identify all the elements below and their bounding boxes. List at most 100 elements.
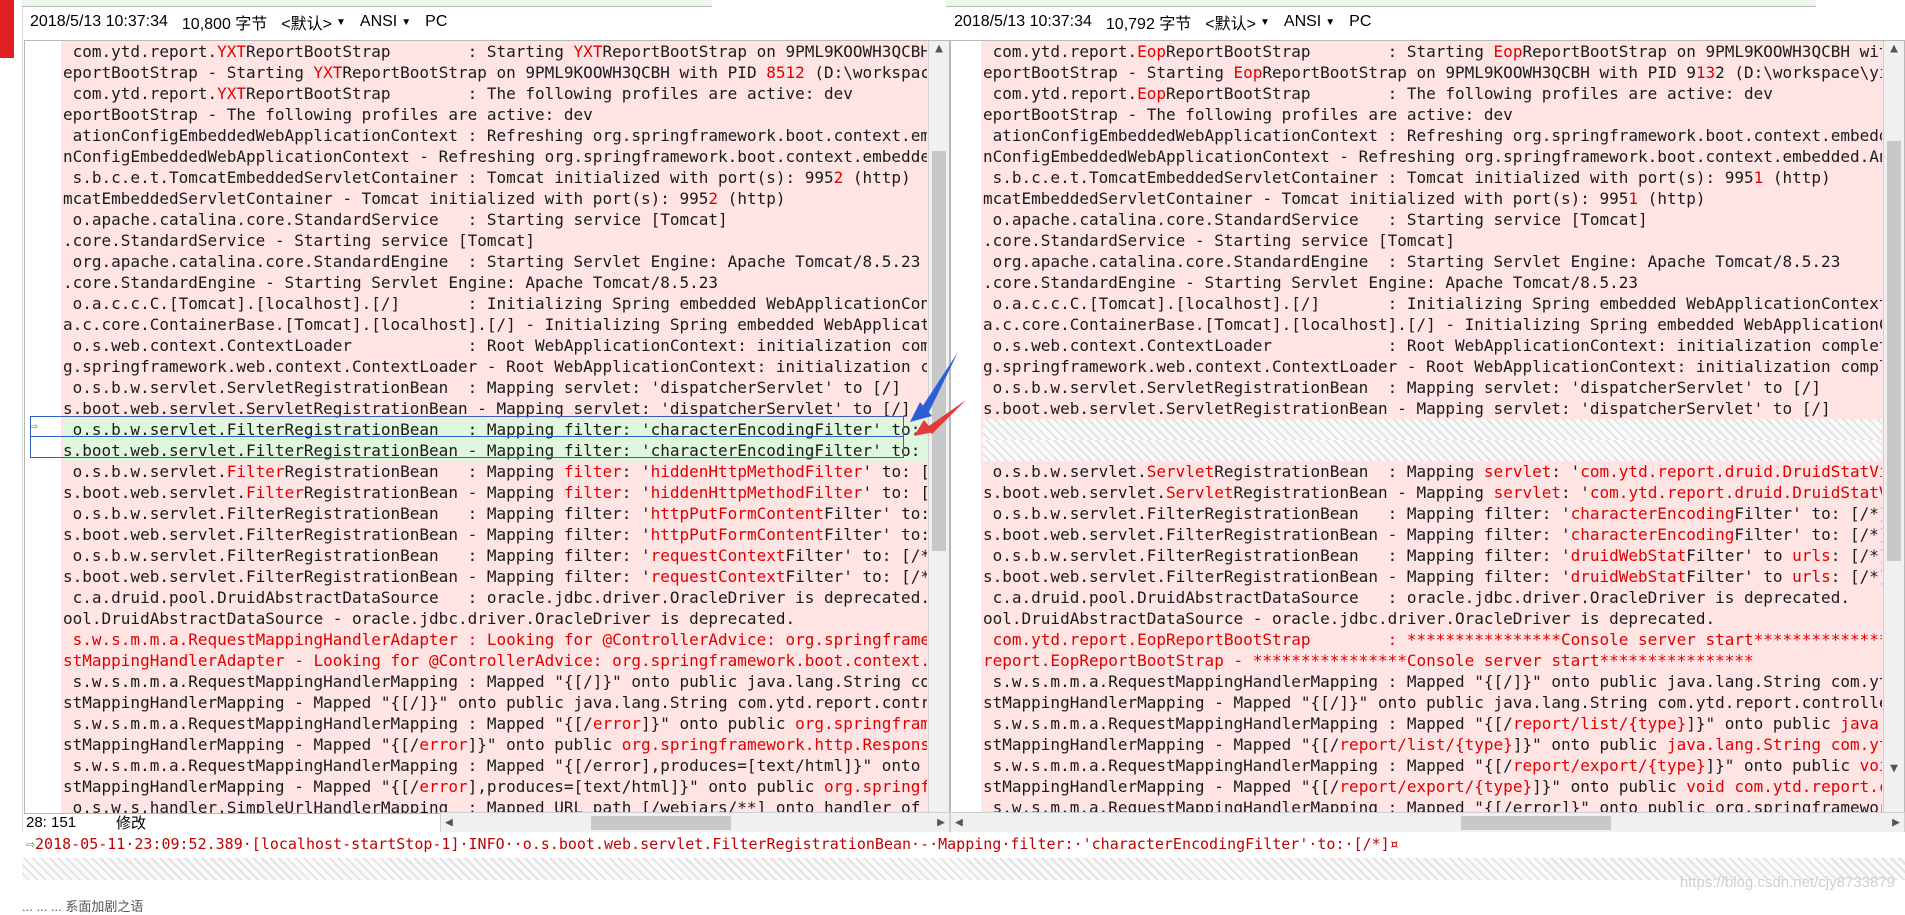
text-line[interactable]: o.s.b.w.servlet.FilterRegistrationBean :…: [63, 419, 927, 440]
text-line[interactable]: ool.DruidAbstractDataSource - oracle.jdb…: [983, 608, 1882, 629]
scroll-up-icon[interactable]: ▲: [1884, 41, 1904, 56]
text-line[interactable]: stMappingHandlerMapping - Mapped "{[/]}"…: [983, 692, 1882, 713]
text-line[interactable]: o.s.b.w.servlet.FilterRegistrationBean :…: [983, 503, 1882, 524]
left-horizontal-scrollbar[interactable]: ◀ ▶: [440, 812, 950, 834]
text-line[interactable]: s.b.c.e.t.TomcatEmbeddedServletContainer…: [983, 167, 1882, 188]
text-line[interactable]: com.ytd.report.YXTReportBootStrap : Star…: [63, 41, 927, 62]
left-hscroll-thumb[interactable]: [591, 816, 731, 830]
text-line[interactable]: stMappingHandlerMapping - Mapped "{[/rep…: [983, 776, 1882, 797]
text-line[interactable]: s.w.s.m.m.a.RequestMappingHandlerMapping…: [983, 671, 1882, 692]
text-line[interactable]: mcatEmbeddedServletContainer - Tomcat in…: [63, 188, 927, 209]
text-line[interactable]: s.w.s.m.m.a.RequestMappingHandlerMapping…: [63, 755, 927, 776]
text-line[interactable]: eportBootStrap - The following profiles …: [983, 104, 1882, 125]
line-compare-pane[interactable]: ⇨2018-05-11·23:09:52.389·[localhost-star…: [22, 832, 1905, 914]
text-line[interactable]: s.w.s.m.m.a.RequestMappingHandlerMapping…: [63, 713, 927, 734]
text-line[interactable]: c.a.druid.pool.DruidAbstractDataSource :…: [983, 587, 1882, 608]
text-line[interactable]: stMappingHandlerAdapter - Looking for @C…: [63, 650, 927, 671]
text-line[interactable]: o.apache.catalina.core.StandardService :…: [63, 209, 927, 230]
right-vscroll-thumb[interactable]: [1887, 141, 1901, 561]
text-line[interactable]: o.apache.catalina.core.StandardService :…: [983, 209, 1882, 230]
text-line[interactable]: stMappingHandlerMapping - Mapped "{[/err…: [63, 776, 927, 797]
scroll-left-icon[interactable]: ◀: [955, 813, 963, 833]
left-profile-dropdown[interactable]: <默认> ▼: [281, 10, 346, 34]
text-line[interactable]: nConfigEmbeddedWebApplicationContext - R…: [983, 146, 1882, 167]
text-line[interactable]: stMappingHandlerMapping - Mapped "{[/rep…: [983, 734, 1882, 755]
text-line[interactable]: com.ytd.report.YXTReportBootStrap : The …: [63, 83, 927, 104]
text-line[interactable]: g.springframework.web.context.ContextLoa…: [63, 356, 927, 377]
text-line[interactable]: org.apache.catalina.core.StandardEngine …: [63, 251, 927, 272]
right-line-list[interactable]: com.ytd.report.EopReportBootStrap : Star…: [983, 41, 1882, 813]
text-line[interactable]: .core.StandardEngine - Starting Servlet …: [63, 272, 927, 293]
scroll-right-icon[interactable]: ▶: [1892, 813, 1900, 833]
text-line[interactable]: .core.StandardEngine - Starting Servlet …: [983, 272, 1882, 293]
text-line[interactable]: o.s.web.context.ContextLoader : Root Web…: [983, 335, 1882, 356]
text-line[interactable]: stMappingHandlerMapping - Mapped "{[/]}"…: [63, 692, 927, 713]
text-line[interactable]: s.boot.web.servlet.FilterRegistrationBea…: [63, 440, 927, 461]
text-line[interactable]: com.ytd.report.EopReportBootStrap : Star…: [983, 41, 1882, 62]
right-line-ending[interactable]: PC: [1349, 13, 1371, 31]
text-line[interactable]: g.springframework.web.context.ContextLoa…: [983, 356, 1882, 377]
text-line[interactable]: s.w.s.m.m.a.RequestMappingHandlerMapping…: [983, 755, 1882, 776]
text-line[interactable]: mcatEmbeddedServletContainer - Tomcat in…: [983, 188, 1882, 209]
text-line[interactable]: o.s.b.w.servlet.FilterRegistrationBean :…: [983, 545, 1882, 566]
right-hscroll-thumb[interactable]: [1461, 816, 1611, 830]
left-text-pane[interactable]: com.ytd.report.YXTReportBootStrap : Star…: [24, 40, 950, 814]
text-line[interactable]: com.ytd.report.EopReportBootStrap : The …: [983, 83, 1882, 104]
text-line[interactable]: s.boot.web.servlet.FilterRegistrationBea…: [983, 566, 1882, 587]
text-line[interactable]: s.w.s.m.m.a.RequestMappingHandlerMapping…: [63, 671, 927, 692]
text-line[interactable]: eportBootStrap - Starting EopReportBootS…: [983, 62, 1882, 83]
left-charset-dropdown[interactable]: ANSI ▼: [360, 13, 411, 31]
left-line-list[interactable]: com.ytd.report.YXTReportBootStrap : Star…: [63, 41, 927, 813]
text-line[interactable]: ationConfigEmbeddedWebApplicationContext…: [983, 125, 1882, 146]
text-line[interactable]: o.a.c.c.C.[Tomcat].[localhost].[/] : Ini…: [63, 293, 927, 314]
text-line[interactable]: o.s.b.w.servlet.FilterRegistrationBean :…: [63, 461, 927, 482]
text-line[interactable]: o.s.b.w.servlet.FilterRegistrationBean :…: [63, 545, 927, 566]
text-line[interactable]: nConfigEmbeddedWebApplicationContext - R…: [63, 146, 927, 167]
text-line[interactable]: report.EopReportBootStrap - ************…: [983, 650, 1882, 671]
right-vertical-scrollbar[interactable]: ▲ ▼: [1883, 41, 1904, 813]
text-line[interactable]: com.ytd.report.EopReportBootStrap : ****…: [983, 629, 1882, 650]
placeholder-line[interactable]: [983, 440, 1882, 461]
text-line[interactable]: s.boot.web.servlet.ServletRegistrationBe…: [983, 482, 1882, 503]
text-line[interactable]: s.boot.web.servlet.FilterRegistrationBea…: [63, 482, 927, 503]
left-line-ending[interactable]: PC: [425, 13, 447, 31]
scroll-down-icon[interactable]: ▼: [1884, 761, 1904, 776]
text-line[interactable]: o.a.c.c.C.[Tomcat].[localhost].[/] : Ini…: [983, 293, 1882, 314]
text-line[interactable]: s.boot.web.servlet.FilterRegistrationBea…: [63, 566, 927, 587]
placeholder-line[interactable]: [983, 419, 1882, 440]
text-line[interactable]: s.boot.web.servlet.ServletRegistrationBe…: [63, 398, 927, 419]
text-line[interactable]: a.c.core.ContainerBase.[Tomcat].[localho…: [63, 314, 927, 335]
text-line[interactable]: .core.StandardService - Starting service…: [983, 230, 1882, 251]
text-line[interactable]: o.s.b.w.servlet.ServletRegistrationBean …: [63, 377, 927, 398]
text-line[interactable]: s.w.s.m.m.a.RequestMappingHandlerAdapter…: [63, 629, 927, 650]
text-line[interactable]: a.c.core.ContainerBase.[Tomcat].[localho…: [983, 314, 1882, 335]
text-segment: s.w.s.m.m.a.RequestMappingHandlerMapping…: [983, 672, 1882, 691]
right-text-pane[interactable]: com.ytd.report.EopReportBootStrap : Star…: [950, 40, 1905, 814]
text-line[interactable]: s.boot.web.servlet.FilterRegistrationBea…: [983, 524, 1882, 545]
text-line[interactable]: eportBootStrap - The following profiles …: [63, 104, 927, 125]
text-line[interactable]: stMappingHandlerMapping - Mapped "{[/err…: [63, 734, 927, 755]
text-line[interactable]: org.apache.catalina.core.StandardEngine …: [983, 251, 1882, 272]
text-line[interactable]: o.s.web.context.ContextLoader : Root Web…: [63, 335, 927, 356]
text-line[interactable]: s.w.s.m.m.a.RequestMappingHandlerMapping…: [983, 797, 1882, 813]
text-line[interactable]: ationConfigEmbeddedWebApplicationContext…: [63, 125, 927, 146]
right-charset-dropdown[interactable]: ANSI ▼: [1284, 13, 1335, 31]
text-line[interactable]: .core.StandardService - Starting service…: [63, 230, 927, 251]
text-line[interactable]: s.boot.web.servlet.FilterRegistrationBea…: [63, 524, 927, 545]
text-line[interactable]: ool.DruidAbstractDataSource - oracle.jdb…: [63, 608, 927, 629]
text-line[interactable]: o.s.b.w.servlet.ServletRegistrationBean …: [983, 461, 1882, 482]
text-line[interactable]: s.boot.web.servlet.ServletRegistrationBe…: [983, 398, 1882, 419]
text-line[interactable]: s.b.c.e.t.TomcatEmbeddedServletContainer…: [63, 167, 927, 188]
text-line[interactable]: o.s.b.w.servlet.FilterRegistrationBean :…: [63, 503, 927, 524]
text-line[interactable]: eportBootStrap - Starting YXTReportBootS…: [63, 62, 927, 83]
scroll-left-icon[interactable]: ◀: [445, 813, 453, 833]
right-profile-dropdown[interactable]: <默认> ▼: [1205, 10, 1270, 34]
text-line[interactable]: c.a.druid.pool.DruidAbstractDataSource :…: [63, 587, 927, 608]
text-line[interactable]: o.s.b.w.servlet.ServletRegistrationBean …: [983, 377, 1882, 398]
right-horizontal-scrollbar[interactable]: ◀ ▶: [950, 812, 1905, 834]
text-line[interactable]: s.w.s.m.m.a.RequestMappingHandlerMapping…: [983, 713, 1882, 734]
scroll-right-icon[interactable]: ▶: [937, 813, 945, 833]
diff-segment: error: [419, 777, 468, 796]
scroll-up-icon[interactable]: ▲: [929, 41, 949, 56]
text-line[interactable]: o.s.w.s.handler.SimpleUrlHandlerMapping …: [63, 797, 927, 813]
